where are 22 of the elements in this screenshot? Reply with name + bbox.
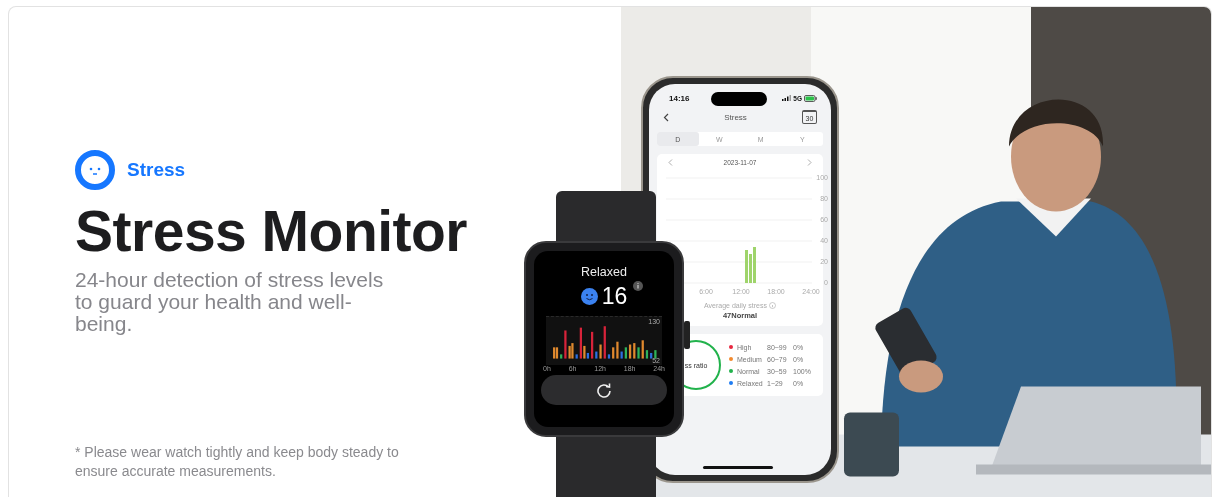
watch-status: Relaxed <box>581 265 627 279</box>
battery-icon <box>804 94 817 102</box>
status-time: 14:16 <box>669 93 690 103</box>
headline: Stress Monitor <box>75 200 469 263</box>
dynamic-island <box>711 92 767 106</box>
refresh-button[interactable] <box>541 375 667 405</box>
stress-value: 16 <box>601 283 628 310</box>
back-icon[interactable] <box>663 112 669 122</box>
info-icon[interactable] <box>768 302 776 309</box>
info-icon <box>633 281 644 291</box>
screen-title: Stress <box>724 112 747 122</box>
next-icon[interactable] <box>807 159 812 166</box>
signal-icon <box>782 95 792 101</box>
description: 24-hour detection of stress levels to guard your health and well-being. <box>75 268 385 335</box>
smiley-icon <box>580 288 598 305</box>
home-indicator <box>703 466 773 469</box>
feature-label: Stress <box>127 159 186 181</box>
previous-icon[interactable] <box>668 159 673 166</box>
stress-bars-drawing <box>745 247 756 283</box>
face-icon <box>75 150 115 190</box>
footnote: * Please wear watch tightly and keep body steady to ensure accurate measurements. <box>75 443 400 481</box>
refresh-icon <box>596 382 612 398</box>
